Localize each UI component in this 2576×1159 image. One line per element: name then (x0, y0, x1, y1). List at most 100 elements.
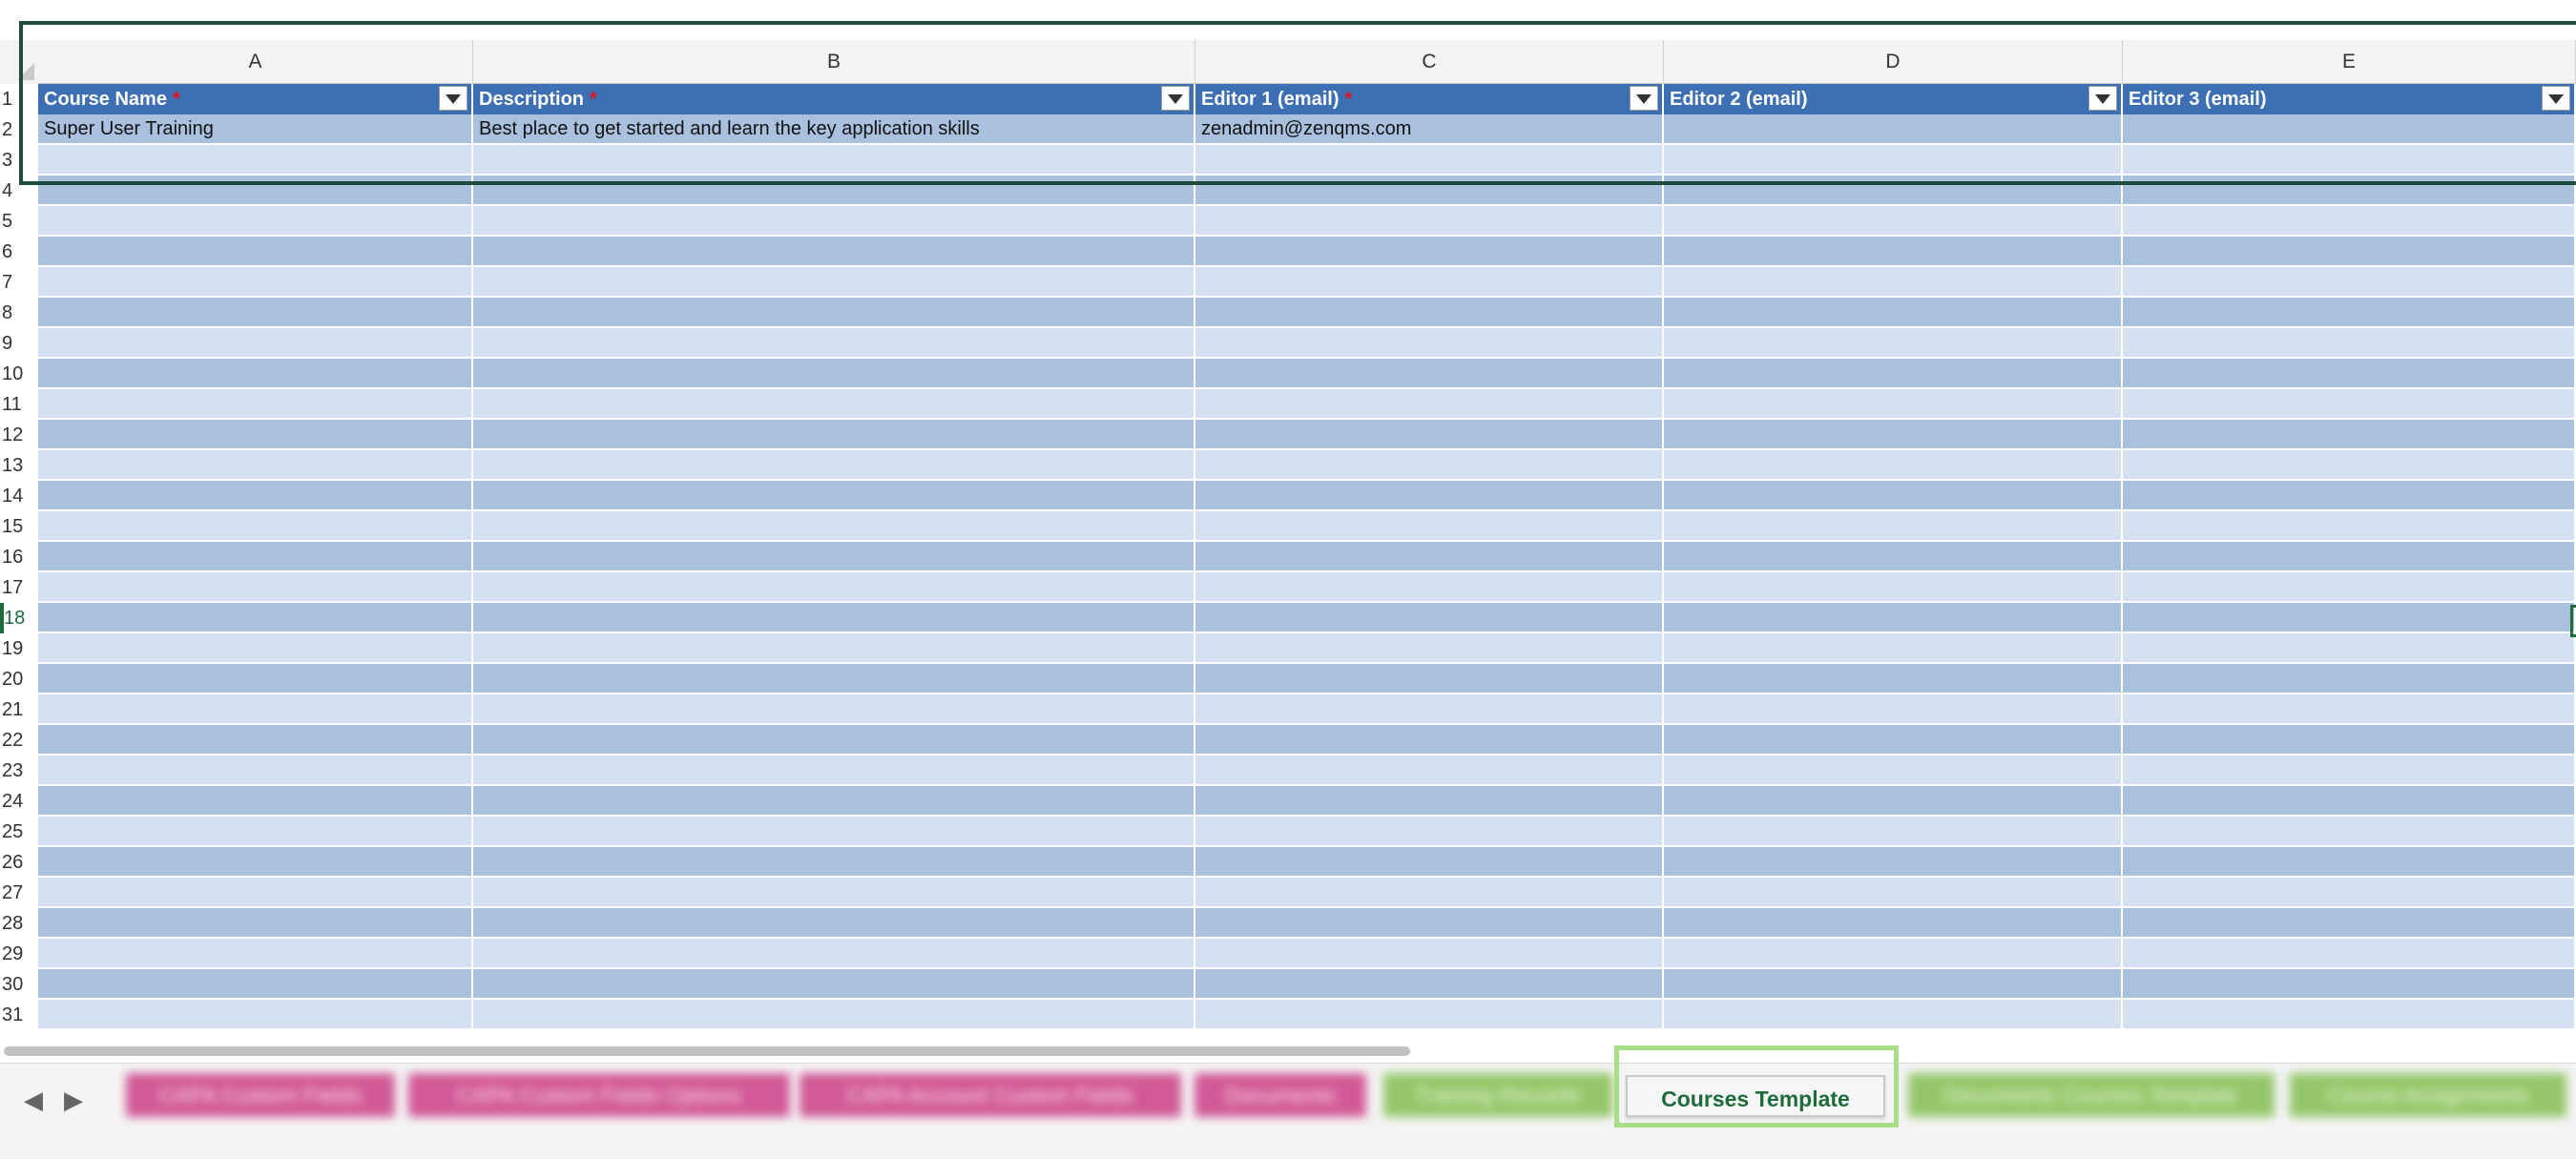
table-cell[interactable] (473, 725, 1195, 755)
table-cell[interactable] (38, 542, 473, 572)
table-cell[interactable] (473, 328, 1195, 359)
table-cell[interactable] (1195, 603, 1664, 633)
table-cell[interactable] (1664, 633, 2123, 664)
sheet-tab[interactable]: Documents Courses Template (1908, 1073, 2275, 1117)
row-number[interactable]: 15 (0, 511, 38, 542)
row-number[interactable]: 13 (0, 450, 38, 481)
row-number[interactable]: 21 (0, 694, 38, 725)
table-cell[interactable] (473, 939, 1195, 969)
table-cell[interactable] (38, 328, 473, 359)
chevron-right-icon[interactable]: ▶ (59, 1081, 88, 1119)
table-cell[interactable] (2123, 664, 2576, 694)
table-cell[interactable] (38, 664, 473, 694)
row-number[interactable]: 1 (0, 84, 38, 114)
table-cell[interactable] (1664, 176, 2123, 206)
header-cell[interactable]: Description * (473, 84, 1195, 114)
table-cell[interactable] (2123, 1000, 2576, 1030)
table-cell[interactable] (1664, 145, 2123, 176)
table-cell[interactable] (1664, 359, 2123, 389)
table-cell[interactable] (1664, 328, 2123, 359)
table-cell[interactable] (2123, 603, 2576, 633)
table-cell[interactable] (1195, 725, 1664, 755)
table-cell[interactable] (2123, 481, 2576, 511)
column-header-b[interactable]: B (473, 40, 1195, 84)
table-cell[interactable] (1664, 725, 2123, 755)
table-cell[interactable] (2123, 267, 2576, 298)
table-cell[interactable] (1195, 939, 1664, 969)
table-cell[interactable] (2123, 114, 2576, 145)
table-cell[interactable] (1664, 206, 2123, 237)
table-cell[interactable] (2123, 359, 2576, 389)
row-number[interactable]: 30 (0, 969, 38, 1000)
filter-dropdown-icon[interactable] (1630, 86, 1658, 111)
table-cell[interactable] (2123, 450, 2576, 481)
table-cell[interactable] (1664, 908, 2123, 939)
table-cell[interactable] (2123, 298, 2576, 328)
table-cell[interactable] (473, 145, 1195, 176)
table-cell[interactable] (1664, 572, 2123, 603)
table-cell[interactable] (1195, 572, 1664, 603)
filter-dropdown-icon[interactable] (2088, 86, 2117, 111)
table-cell[interactable] (2123, 542, 2576, 572)
table-cell[interactable] (473, 847, 1195, 878)
table-cell[interactable] (2123, 969, 2576, 1000)
table-cell[interactable] (38, 298, 473, 328)
table-cell[interactable] (1195, 450, 1664, 481)
table-cell[interactable] (473, 359, 1195, 389)
table-cell[interactable] (38, 572, 473, 603)
table-cell[interactable] (473, 206, 1195, 237)
sheet-tab[interactable]: Training Records (1383, 1073, 1612, 1117)
table-cell[interactable] (1195, 786, 1664, 817)
table-cell[interactable] (473, 969, 1195, 1000)
table-cell[interactable] (1664, 847, 2123, 878)
table-cell[interactable] (1664, 298, 2123, 328)
table-cell[interactable] (1195, 481, 1664, 511)
table-cell[interactable] (1195, 206, 1664, 237)
table-cell[interactable] (38, 878, 473, 908)
row-number[interactable]: 11 (0, 389, 38, 420)
table-cell[interactable] (38, 1000, 473, 1030)
row-number[interactable]: 22 (0, 725, 38, 755)
table-cell[interactable] (38, 145, 473, 176)
table-cell[interactable] (1195, 420, 1664, 450)
spreadsheet-grid[interactable]: ABCDE 1 2 3 4 5 6 7 8 9 10 11 12 13 14 15 16 17 18 19 20 21 2… (0, 0, 2576, 1040)
table-cell[interactable] (473, 878, 1195, 908)
table-cell[interactable] (473, 511, 1195, 542)
table-cell[interactable] (1664, 1000, 2123, 1030)
table-cell[interactable] (38, 908, 473, 939)
table-cell[interactable] (1195, 633, 1664, 664)
filter-dropdown-icon[interactable] (1161, 86, 1190, 111)
table-cell[interactable] (38, 603, 473, 633)
row-number[interactable]: 6 (0, 237, 38, 267)
table-cell[interactable] (38, 389, 473, 420)
table-cell[interactable] (38, 481, 473, 511)
table-cell[interactable]: zenadmin@zenqms.com (1195, 114, 1664, 145)
table-cell[interactable] (38, 633, 473, 664)
table-cell[interactable] (38, 267, 473, 298)
row-number[interactable]: 31 (0, 1000, 38, 1030)
table-cell[interactable] (1195, 176, 1664, 206)
row-number[interactable]: 14 (0, 481, 38, 511)
column-header-a[interactable]: A (38, 40, 473, 84)
table-cell[interactable] (1664, 755, 2123, 786)
table-cell[interactable] (38, 420, 473, 450)
table-cell[interactable] (2123, 176, 2576, 206)
table-cell[interactable] (473, 633, 1195, 664)
table-cell[interactable] (38, 176, 473, 206)
header-cell[interactable]: Editor 3 (email) (2123, 84, 2576, 114)
table-cell[interactable] (1664, 389, 2123, 420)
row-number[interactable]: 26 (0, 847, 38, 878)
table-cell[interactable] (473, 755, 1195, 786)
table-cell[interactable] (1195, 389, 1664, 420)
table-cell[interactable] (1195, 298, 1664, 328)
row-number[interactable]: 28 (0, 908, 38, 939)
row-number[interactable]: 25 (0, 817, 38, 847)
table-cell[interactable] (473, 450, 1195, 481)
table-cell[interactable] (38, 359, 473, 389)
row-number[interactable]: 17 (0, 572, 38, 603)
table-cell[interactable] (473, 542, 1195, 572)
row-number[interactable]: 10 (0, 359, 38, 389)
table-cell[interactable] (1664, 420, 2123, 450)
table-cell[interactable] (1664, 481, 2123, 511)
table-cell[interactable] (2123, 817, 2576, 847)
